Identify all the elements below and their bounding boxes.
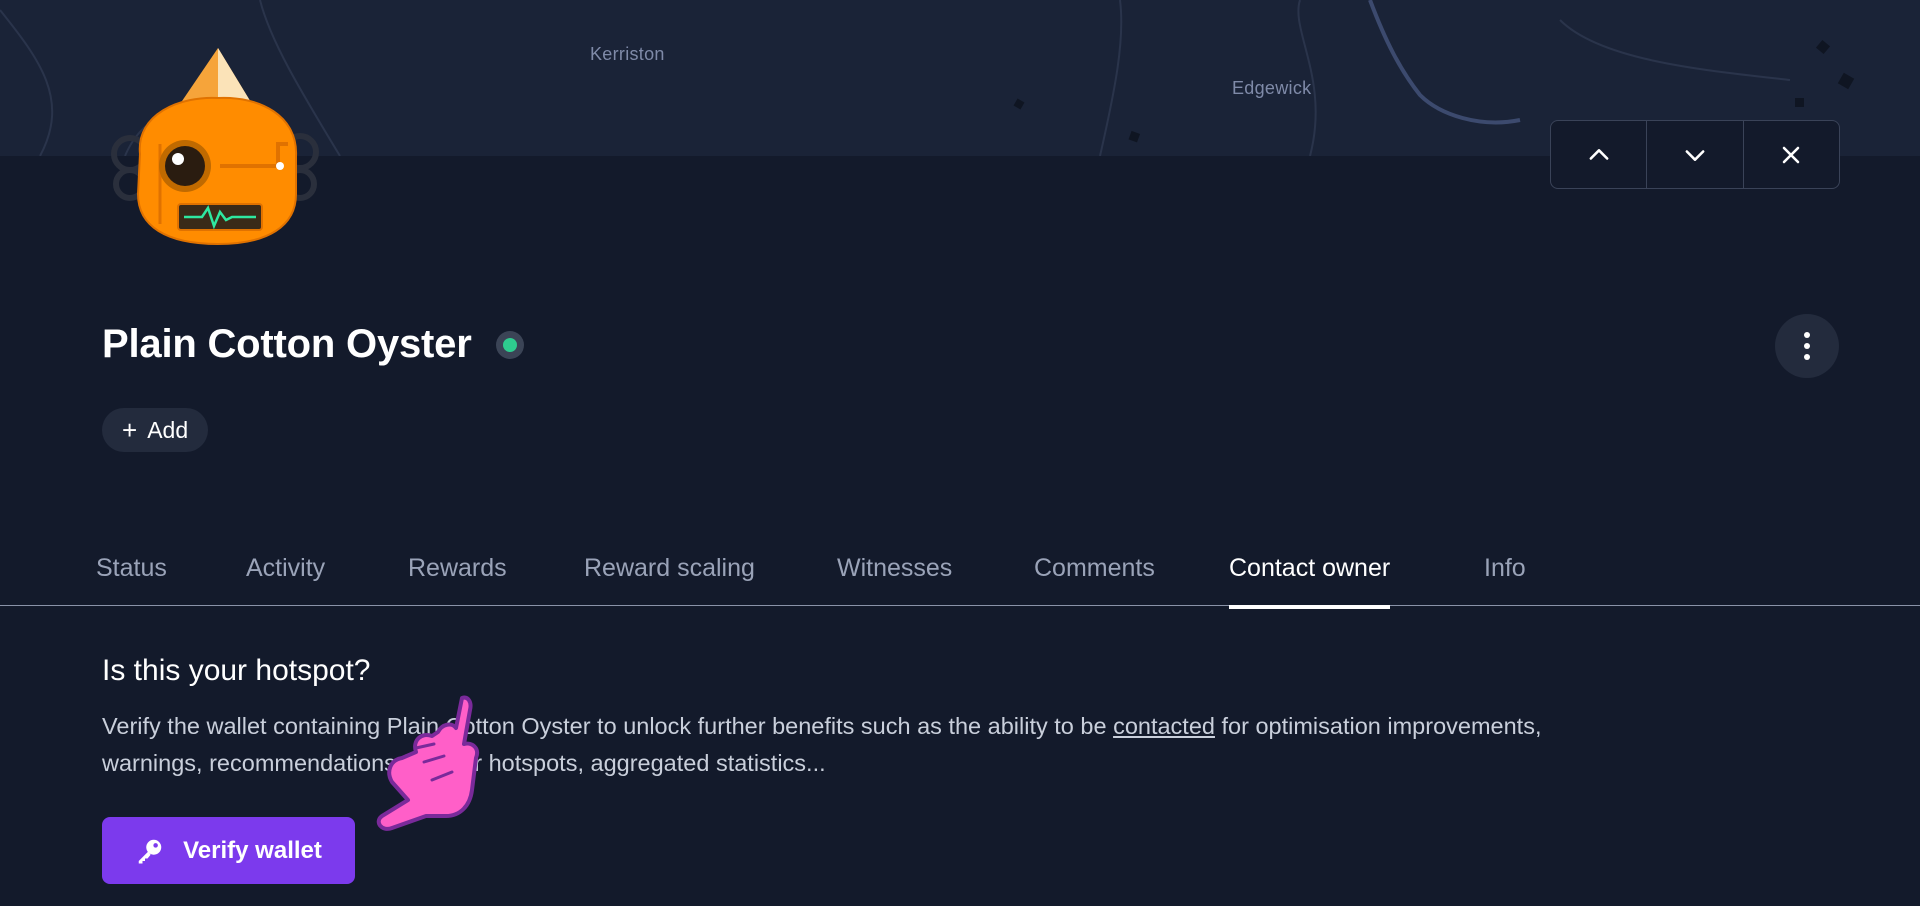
add-button-label: Add: [147, 416, 189, 443]
status-indicator: [495, 330, 524, 359]
close-button[interactable]: [1742, 121, 1839, 188]
chevron-down-icon: [1685, 149, 1705, 161]
more-options-button[interactable]: [1775, 314, 1839, 378]
map-label-edgewick: Edgewick: [1232, 78, 1312, 98]
vertical-dots-icon: [1804, 332, 1810, 338]
tab-comments[interactable]: Comments: [1034, 530, 1155, 606]
contact-description: Verify the wallet containing Plain Cotto…: [102, 708, 1602, 782]
map-label-kerriston: Kerriston: [590, 44, 665, 64]
tab-activity[interactable]: Activity: [246, 530, 325, 606]
chevron-up-icon: [1589, 148, 1609, 160]
hotspot-navigation: [1550, 120, 1840, 189]
verify-wallet-label: Verify wallet: [183, 836, 322, 864]
plus-icon: +: [122, 415, 138, 445]
robot-avatar-icon: [111, 48, 319, 246]
contact-heading: Is this your hotspot?: [102, 654, 371, 687]
previous-button[interactable]: [1551, 121, 1646, 188]
tab-contact-owner[interactable]: Contact owner: [1229, 530, 1391, 609]
tab-rewards[interactable]: Rewards: [408, 530, 507, 606]
tab-witnesses[interactable]: Witnesses: [837, 530, 952, 606]
verify-wallet-button[interactable]: Verify wallet: [102, 817, 355, 884]
add-button[interactable]: + Add: [102, 408, 209, 452]
tab-bar: Status Activity Rewards Reward scaling W…: [0, 530, 1920, 609]
online-dot-icon: [502, 337, 517, 352]
description-text-start: Verify the wallet containing Plain Cotto…: [102, 713, 1114, 739]
pointing-hand-icon: [376, 695, 479, 831]
close-icon: [1783, 146, 1800, 163]
title-row: Plain Cotton Oyster: [102, 322, 524, 367]
next-button[interactable]: [1646, 121, 1742, 188]
tab-info[interactable]: Info: [1484, 530, 1526, 606]
tab-reward-scaling[interactable]: Reward scaling: [584, 530, 755, 606]
contacted-link[interactable]: contacted: [1113, 713, 1215, 739]
key-icon: [138, 839, 162, 863]
tab-status[interactable]: Status: [96, 530, 167, 606]
hotspot-name: Plain Cotton Oyster: [102, 322, 472, 366]
